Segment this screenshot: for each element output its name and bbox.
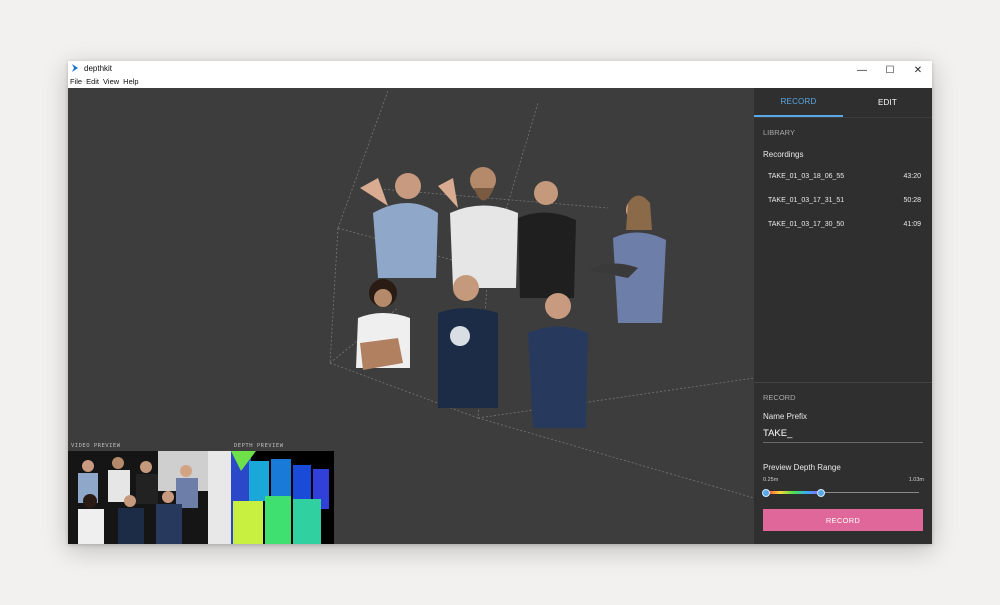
person-back-4: [588, 195, 666, 323]
preview-panels: VIDEO PREVIEW DEPTH PREVIEW: [68, 443, 334, 544]
menu-view[interactable]: View: [101, 77, 121, 86]
menu-file[interactable]: File: [68, 77, 84, 86]
video-preview: [68, 451, 231, 544]
recording-duration: 50:28: [903, 196, 921, 204]
person-back-2: [438, 167, 518, 288]
depthkit-logo-icon: [71, 64, 80, 73]
menu-edit[interactable]: Edit: [84, 77, 101, 86]
depth-range-min: 0.25m: [763, 477, 779, 483]
title-bar: depthkit — ☐ ✕: [68, 61, 932, 76]
window-title: depthkit: [84, 63, 113, 73]
person-back-3: [518, 181, 576, 298]
recordings-label: Recordings: [763, 150, 804, 159]
recording-name: TAKE_01_03_18_06_55: [768, 172, 845, 180]
app-window: depthkit — ☐ ✕ File Edit View Help VIDEO…: [68, 61, 932, 544]
mode-tabs: RECORD EDIT: [754, 88, 932, 118]
recording-duration: 41:09: [903, 220, 921, 228]
recording-name: TAKE_01_03_17_31_51: [768, 196, 845, 204]
recording-item[interactable]: TAKE_01_03_18_06_55 43:20: [762, 166, 924, 186]
menu-help[interactable]: Help: [121, 77, 140, 86]
recording-name: TAKE_01_03_17_30_50: [768, 220, 845, 228]
record-section-title: RECORD: [763, 393, 796, 402]
depth-range-max: 1.03m: [908, 477, 924, 483]
3d-viewport[interactable]: VIDEO PREVIEW DEPTH PREVIEW: [68, 88, 754, 544]
recording-duration: 43:20: [903, 172, 921, 180]
depth-range-max-handle[interactable]: [817, 489, 826, 497]
person-front-1: [356, 279, 410, 370]
person-front-2: [438, 275, 498, 408]
depth-preview: [231, 451, 334, 544]
menu-bar: File Edit View Help: [68, 75, 932, 88]
recording-item[interactable]: TAKE_01_03_17_30_50 41:09: [762, 214, 924, 234]
person-front-3: [528, 293, 588, 428]
tab-record[interactable]: RECORD: [754, 88, 843, 117]
recording-item[interactable]: TAKE_01_03_17_31_51 50:28: [762, 190, 924, 210]
library-section-title: LIBRARY: [763, 128, 795, 137]
depth-preview-label: DEPTH PREVIEW: [234, 443, 284, 449]
name-prefix-label: Name Prefix: [763, 412, 808, 421]
depth-range-slider-fill: [766, 491, 822, 494]
sidebar: RECORD EDIT LIBRARY Recordings TAKE_01_0…: [754, 88, 932, 544]
depth-range-min-handle[interactable]: [762, 489, 770, 497]
point-cloud-render: [356, 167, 666, 428]
person-back-1: [360, 173, 438, 278]
tab-edit[interactable]: EDIT: [843, 88, 932, 117]
depth-range-label: Preview Depth Range: [763, 463, 841, 472]
section-divider: [754, 382, 932, 383]
name-prefix-input[interactable]: TAKE_: [763, 424, 923, 443]
record-button[interactable]: RECORD: [763, 509, 923, 531]
video-preview-label: VIDEO PREVIEW: [71, 443, 121, 449]
